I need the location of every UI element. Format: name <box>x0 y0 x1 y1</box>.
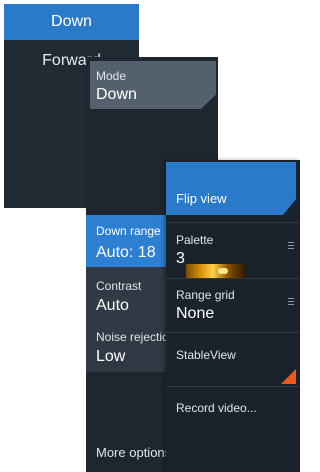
palette-value: 3 <box>176 250 185 267</box>
drag-handle-icon[interactable] <box>288 240 294 251</box>
more-options-item[interactable]: More options <box>96 445 171 460</box>
mode-label: Mode <box>96 69 127 83</box>
record-video-item[interactable]: Record video... <box>176 401 257 415</box>
range-grid-value: None <box>176 305 215 322</box>
down-range-value: Auto: 18 <box>96 244 156 261</box>
noise-rejection-label[interactable]: Noise rejection <box>96 330 175 344</box>
flip-view-label: Flip view <box>176 191 227 206</box>
palette-swatch-icon <box>186 264 246 278</box>
drag-handle-icon[interactable] <box>288 296 294 307</box>
palette-label[interactable]: Palette <box>176 233 213 247</box>
mode-value: Down <box>96 86 137 103</box>
down-range-label: Down range <box>96 224 161 238</box>
range-grid-label[interactable]: Range grid <box>176 288 235 302</box>
fish-icon <box>218 268 228 274</box>
flip-view-item[interactable] <box>166 162 296 215</box>
noise-rejection-value: Low <box>96 348 126 365</box>
divider <box>166 332 300 333</box>
contrast-value: Auto <box>96 297 129 314</box>
menu-item-down[interactable]: Down <box>4 4 139 40</box>
record-indicator-icon <box>281 369 296 384</box>
divider <box>166 386 300 387</box>
contrast-label[interactable]: Contrast <box>96 279 141 293</box>
divider <box>166 222 300 223</box>
view-options-menu: Flip view Palette 3 Range grid None Stab… <box>166 160 300 472</box>
stableview-toggle[interactable]: StableView <box>176 348 236 362</box>
divider <box>166 278 300 279</box>
